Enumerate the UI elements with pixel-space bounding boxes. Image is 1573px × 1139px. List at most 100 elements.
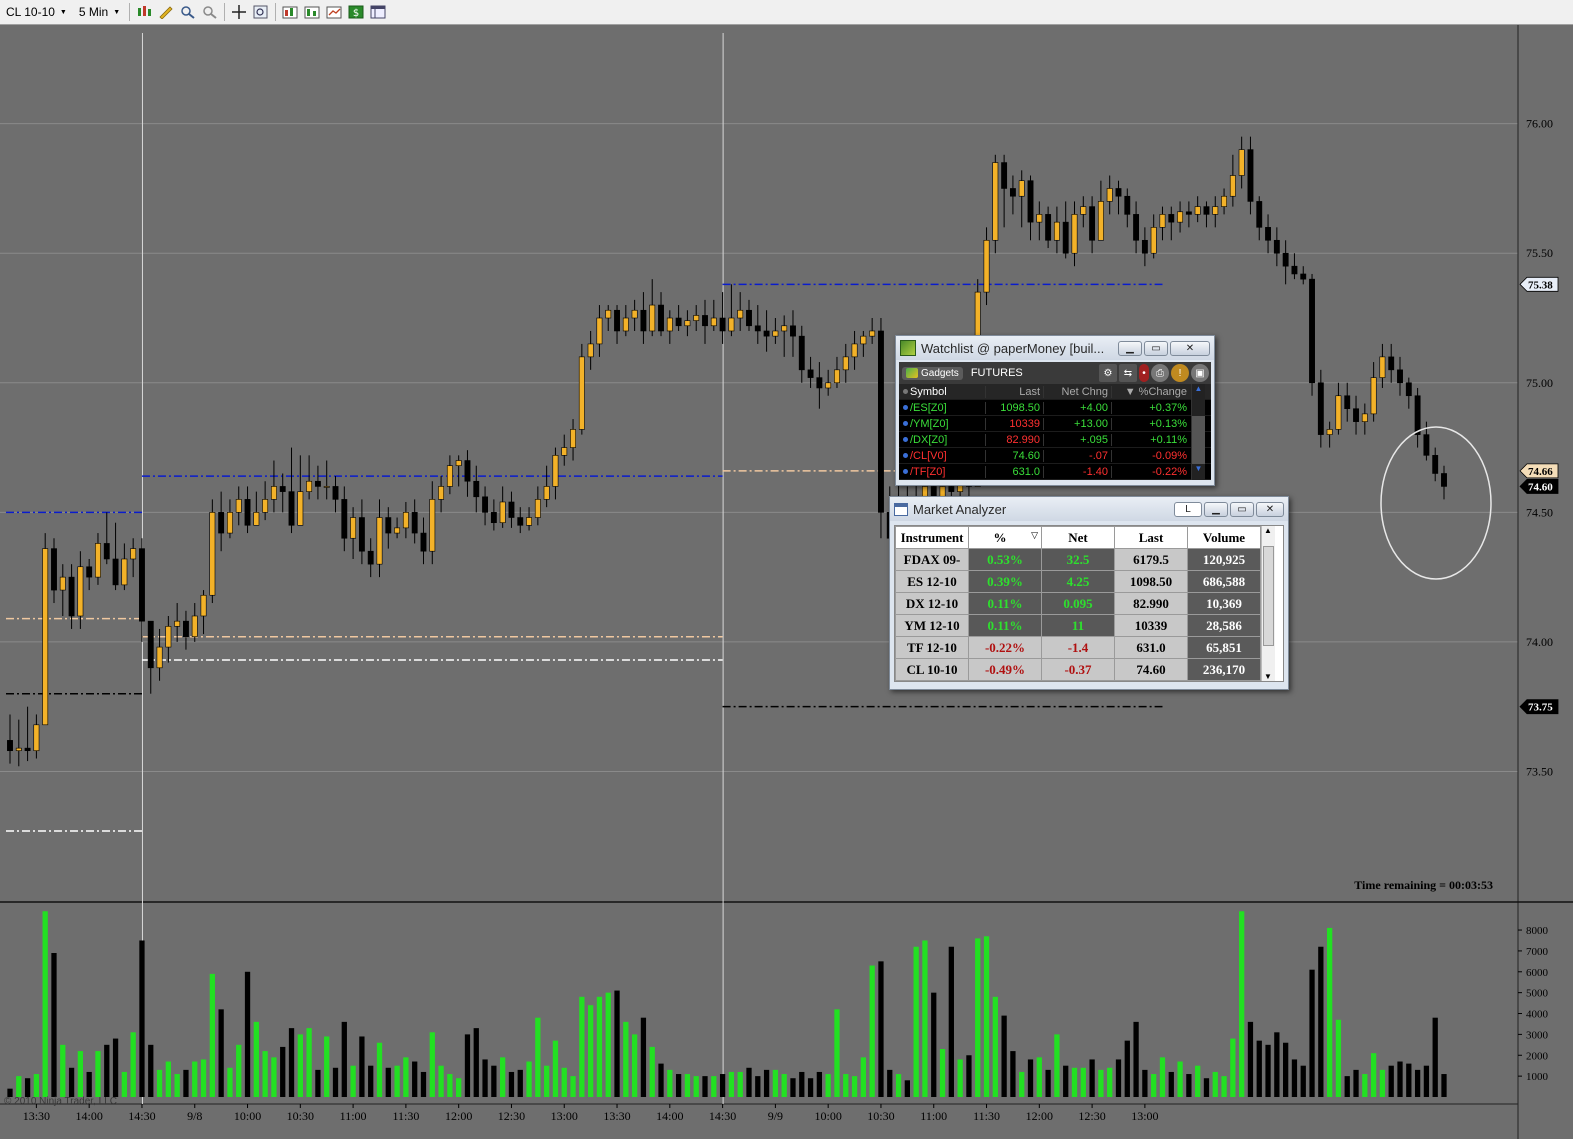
gadgets-button[interactable]: Gadgets — [902, 366, 963, 380]
volume-tick-label: 3000 — [1526, 1029, 1549, 1041]
instrument-cell[interactable]: DX 12-10 — [895, 592, 969, 615]
candle-down — [1089, 206, 1096, 241]
chart-trader-icon[interactable]: $ — [347, 3, 365, 21]
col-net-chng[interactable]: Net Chng — [1043, 385, 1111, 398]
chart-style-icon[interactable] — [135, 3, 153, 21]
drawing-tool-icon[interactable] — [157, 3, 175, 21]
analyzer-row[interactable]: YM 12-10 0.11% 11 10339 28,586 — [895, 614, 1261, 637]
maximize-button[interactable]: ▭ — [1144, 340, 1168, 356]
symbol-cell[interactable]: /DX[Z0] — [899, 434, 985, 446]
zoom-out-icon[interactable] — [201, 3, 219, 21]
market-analyzer-titlebar[interactable]: Market Analyzer L ▁ ▭ ✕ — [890, 497, 1288, 521]
scroll-up-arrow[interactable]: ▲ — [1264, 526, 1272, 535]
analyzer-row[interactable]: TF 12-10 -0.22% -1.4 631.0 65,851 — [895, 636, 1261, 659]
properties-icon[interactable] — [369, 3, 387, 21]
candle-up — [860, 335, 867, 345]
analyzer-row[interactable]: FDAX 09- 0.53% 32.5 6179.5 120,925 — [895, 548, 1261, 571]
col-volume[interactable]: Volume — [1187, 526, 1261, 549]
crosshair-icon[interactable] — [230, 3, 248, 21]
interval-selector[interactable]: 5 Min ▼ — [73, 2, 126, 23]
lock-button[interactable]: L — [1174, 501, 1202, 517]
candle-down — [1300, 273, 1307, 280]
scroll-thumb[interactable] — [1263, 546, 1274, 646]
zoom-in-icon[interactable] — [179, 3, 197, 21]
instrument-cell[interactable]: TF 12-10 — [895, 636, 969, 659]
volume-bar — [1159, 1057, 1166, 1097]
col-percent[interactable]: % ▽ — [968, 526, 1042, 549]
watchlist-scrollbar-track[interactable]: ▼ — [1191, 463, 1205, 480]
close-button[interactable]: ✕ — [1256, 501, 1284, 517]
instrument-cell[interactable]: FDAX 09- — [895, 548, 969, 571]
watchlist-row[interactable]: /CL[V0] 74.60 -.07 -0.09% — [899, 447, 1211, 464]
volume-bar — [200, 1059, 207, 1097]
close-button[interactable]: ✕ — [1170, 340, 1210, 356]
col-net[interactable]: Net — [1041, 526, 1115, 549]
analyzer-scrollbar[interactable]: ▲ ▼ — [1261, 526, 1275, 681]
chart-canvas[interactable]: 76.00 75.50 75.00 74.50 74.00 73.50 8000 7000 60… — [0, 25, 1573, 1139]
minimize-button[interactable]: ▁ — [1118, 340, 1142, 356]
tab-futures[interactable]: FUTURES — [971, 367, 1023, 379]
scroll-up-arrow[interactable]: ▲ — [1191, 383, 1205, 400]
strategies-icon[interactable] — [325, 3, 343, 21]
col-last[interactable]: Last — [1114, 526, 1188, 549]
candle-down — [420, 532, 427, 552]
time-tick-label: 10:30 — [867, 1109, 894, 1123]
print-icon[interactable]: ⎙ — [1151, 364, 1169, 382]
instrument-cell[interactable]: ES 12-10 — [895, 570, 969, 593]
watchlist-scrollbar-track[interactable] — [1191, 415, 1205, 432]
col-last[interactable]: Last — [985, 385, 1043, 398]
magnifier-icon[interactable] — [252, 3, 270, 21]
watchlist-row[interactable]: /TF[Z0] 631.0 -1.40 -0.22% ▼ — [899, 463, 1211, 480]
instrument-cell[interactable]: CL 10-10 — [895, 658, 969, 681]
pin-icon[interactable]: ! — [1171, 364, 1189, 382]
indicators-icon[interactable] — [303, 3, 321, 21]
symbol-cell[interactable]: /CL[V0] — [899, 450, 985, 462]
col-symbol[interactable]: Symbol — [899, 386, 985, 398]
col-instrument[interactable]: Instrument — [895, 526, 969, 549]
candle-up — [1221, 195, 1228, 207]
link-icon[interactable]: • — [1139, 364, 1149, 382]
price-chart-panel[interactable]: 76.00 75.50 75.00 74.50 74.00 73.50 8000 7000 60… — [0, 25, 1573, 1139]
time-tick-label: 12:00 — [445, 1109, 472, 1123]
volume-bar — [42, 911, 48, 1097]
maximize-button[interactable]: ▭ — [1230, 501, 1254, 517]
instrument-cell[interactable]: YM 12-10 — [895, 614, 969, 637]
volume-cell: 65,851 — [1187, 636, 1261, 659]
watchlist-scrollbar-track[interactable] — [1191, 399, 1205, 416]
candle-up — [438, 486, 445, 500]
watchlist-window[interactable]: Watchlist @ paperMoney [buil... ▁ ▭ ✕ Ga… — [895, 335, 1215, 486]
watchlist-row[interactable]: /DX[Z0] 82.990 +.095 +0.11% — [899, 431, 1211, 448]
copyright-label: © 2010 Ninja Trader, LLC — [4, 1096, 117, 1107]
col-pct-change[interactable]: ▼ %Change — [1111, 385, 1191, 398]
volume-bar — [614, 990, 620, 1097]
analyzer-row[interactable]: CL 10-10 -0.49% -0.37 74.60 236,170 — [895, 658, 1261, 681]
watchlist-titlebar[interactable]: Watchlist @ paperMoney [buil... ▁ ▭ ✕ — [896, 336, 1214, 360]
analyzer-row[interactable]: DX 12-10 0.11% 0.095 82.990 10,369 — [895, 592, 1261, 615]
data-series-icon[interactable] — [281, 3, 299, 21]
symbol-cell[interactable]: /YM[Z0] — [899, 418, 985, 430]
volume-bar — [16, 1076, 22, 1097]
volume-bar — [640, 1017, 647, 1097]
candle-down — [1001, 162, 1008, 189]
instrument-selector[interactable]: CL 10-10 ▼ — [0, 2, 73, 23]
candle-up — [191, 615, 198, 638]
symbol-cell[interactable]: /ES[Z0] — [899, 402, 985, 414]
settings-icon[interactable]: ⚙ — [1099, 364, 1117, 382]
watchlist-scrollbar-track[interactable] — [1191, 447, 1205, 464]
watchlist-row[interactable]: /ES[Z0] 1098.50 +4.00 +0.37% — [899, 399, 1211, 416]
analyzer-row[interactable]: ES 12-10 0.39% 4.25 1098.50 686,588 — [895, 570, 1261, 593]
volume-bar — [473, 1028, 479, 1097]
toolbar-divider — [275, 3, 277, 21]
restore-icon[interactable]: ▣ — [1191, 364, 1209, 382]
candle-up — [446, 465, 453, 487]
volume-bar — [438, 1065, 444, 1097]
volume-bar — [280, 1046, 286, 1097]
arrows-icon[interactable]: ⇆ — [1119, 364, 1137, 382]
symbol-cell[interactable]: /TF[Z0] — [899, 466, 985, 478]
watchlist-row[interactable]: /YM[Z0] 10339 +13.00 +0.13% — [899, 415, 1211, 432]
watchlist-scrollbar-track[interactable] — [1191, 431, 1205, 448]
market-analyzer-window[interactable]: Market Analyzer L ▁ ▭ ✕ Instrument % ▽ N… — [889, 496, 1289, 690]
minimize-button[interactable]: ▁ — [1204, 501, 1228, 517]
volume-bar — [649, 1046, 655, 1097]
scroll-down-arrow[interactable]: ▼ — [1264, 672, 1272, 681]
